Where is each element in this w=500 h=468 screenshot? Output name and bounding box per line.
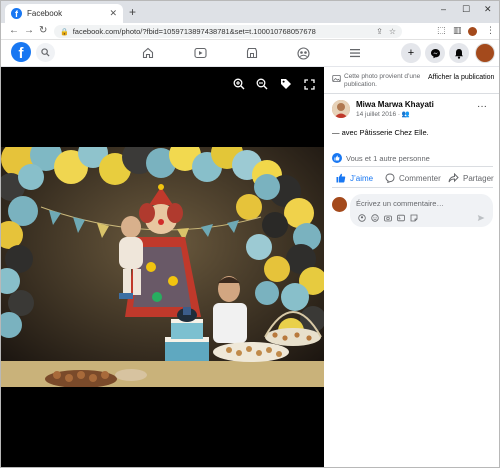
facebook-favicon-icon: f [11, 8, 22, 19]
sidebar-icon[interactable]: ▥ [453, 25, 462, 36]
share-icon [448, 173, 459, 183]
browser-window: f Facebook ✕ + – ☐ ✕ ← → ↻ 🔒 facebook.co… [0, 0, 500, 468]
browser-toolbar: ← → ↻ 🔒 facebook.com/photo/?fbid=1059713… [1, 23, 499, 40]
tagged-page-link[interactable]: Pâtisserie Chez Elle [360, 128, 427, 137]
share-label: Partager [463, 173, 494, 183]
account-avatar[interactable] [475, 43, 495, 63]
photo-source-hint: Cette photo provient d’une publication. [332, 73, 426, 89]
bookmark-star-icon[interactable]: ☆ [389, 27, 396, 36]
groups-icon[interactable] [293, 43, 313, 63]
caption-suffix: . [426, 128, 429, 137]
profile-avatar-icon[interactable] [468, 27, 477, 36]
browser-menu-icon[interactable]: ⋮ [486, 25, 495, 36]
menu-icon[interactable] [345, 43, 365, 63]
post-caption: — avec Pâtisserie Chez Elle. [332, 128, 429, 137]
home-icon[interactable] [138, 43, 158, 63]
comment-button[interactable]: Commenter [385, 173, 441, 183]
commenter-avatar[interactable] [332, 197, 347, 212]
zoom-in-icon[interactable] [232, 77, 246, 91]
send-icon[interactable] [477, 214, 485, 222]
marketplace-icon[interactable] [242, 43, 262, 63]
like-label: J’aime [350, 173, 374, 183]
post-date[interactable]: 14 juillet 2016 · 👥 [356, 110, 410, 118]
reload-icon[interactable]: ↻ [39, 25, 47, 36]
thumbs-up-icon [336, 173, 346, 183]
fullscreen-icon[interactable] [302, 77, 316, 91]
poster-avatar[interactable] [332, 100, 350, 118]
lock-icon: 🔒 [60, 28, 69, 36]
url-text[interactable]: facebook.com/photo/?fbid=105971389743878… [73, 27, 376, 36]
messenger-icon[interactable] [425, 43, 445, 63]
watch-icon[interactable] [190, 43, 210, 63]
share-page-icon[interactable]: ⇪ [376, 27, 383, 36]
post-date-text[interactable]: 14 juillet 2016 · [356, 111, 402, 118]
emoji-icon[interactable] [371, 214, 379, 222]
tag-icon[interactable] [279, 77, 293, 91]
new-tab-button[interactable]: + [129, 5, 136, 19]
close-window-button[interactable]: ✕ [484, 4, 492, 15]
show-post-link[interactable]: Afficher la publication [428, 74, 494, 81]
reactions-text[interactable]: Vous et 1 autre personne [346, 154, 430, 163]
tab-title: Facebook [27, 9, 63, 18]
create-icon[interactable]: + [401, 43, 421, 63]
photo-viewer [1, 67, 324, 467]
post-side-panel: Cette photo provient d’une publication. … [324, 67, 499, 467]
sticker-icon[interactable] [410, 214, 418, 222]
like-button[interactable]: J’aime [336, 173, 373, 183]
divider [324, 93, 499, 94]
extensions-icon[interactable]: ⬚ [437, 25, 446, 36]
comment-icon [385, 173, 395, 183]
audience-friends-icon: 👥 [401, 111, 410, 118]
reactions-summary[interactable]: Vous et 1 autre personne [332, 153, 430, 163]
share-button[interactable]: Partager [448, 173, 494, 183]
forward-icon[interactable]: → [24, 25, 34, 36]
photo-source-text: Cette photo provient d’une publication. [344, 73, 421, 88]
comment-label: Commenter [399, 173, 441, 183]
more-options-icon[interactable]: ··· [477, 101, 487, 112]
address-bar[interactable]: 🔒 facebook.com/photo/?fbid=1059713897438… [54, 25, 402, 38]
maximize-button[interactable]: ☐ [462, 4, 470, 15]
back-icon[interactable]: ← [9, 25, 19, 36]
like-reaction-icon [332, 153, 342, 163]
party-photo-illustration [1, 147, 324, 387]
party-photo[interactable] [1, 147, 324, 387]
comment-input[interactable]: Écrivez un commentaire… [350, 194, 493, 227]
divider [332, 166, 493, 167]
notifications-icon[interactable] [449, 43, 469, 63]
search-icon[interactable] [36, 43, 55, 62]
facebook-top-nav: f + [1, 40, 499, 67]
gif-icon[interactable] [397, 214, 405, 222]
facebook-logo-icon[interactable]: f [11, 42, 31, 62]
tab-close-icon[interactable]: ✕ [109, 8, 117, 19]
caption-prefix: — avec [332, 128, 360, 137]
camera-icon[interactable] [384, 214, 392, 222]
zoom-out-icon[interactable] [255, 77, 269, 91]
tab-strip: f Facebook ✕ + – ☐ ✕ [1, 1, 499, 23]
gallery-icon [332, 74, 341, 83]
minimize-button[interactable]: – [441, 4, 446, 14]
divider [332, 187, 493, 188]
browser-tab[interactable]: f Facebook ✕ [5, 4, 123, 23]
avatar-sticker-icon[interactable] [358, 214, 366, 222]
comment-placeholder[interactable]: Écrivez un commentaire… [356, 199, 444, 208]
poster-name[interactable]: Miwa Marwa Khayati [356, 100, 434, 109]
